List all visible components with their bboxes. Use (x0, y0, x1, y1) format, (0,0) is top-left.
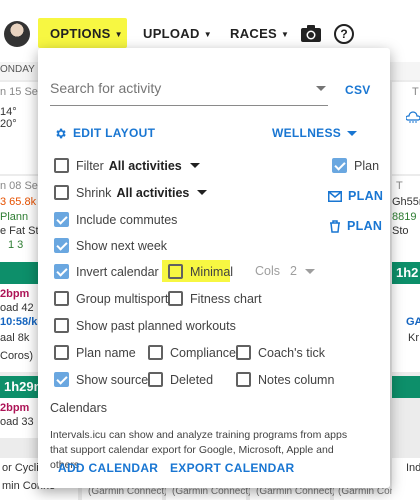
goal-text: aal 8k (0, 332, 30, 344)
activity-bar (0, 262, 38, 284)
compliance-checkbox[interactable] (148, 345, 163, 360)
plan-email-button[interactable]: PLAN (328, 189, 383, 203)
caret-down-icon (189, 163, 200, 168)
notes-column-checkbox[interactable] (236, 372, 251, 387)
fitness-chart-checkbox[interactable] (168, 291, 183, 306)
rain-cloud-icon (406, 111, 420, 123)
caret-down-icon: ▼ (203, 30, 212, 40)
deleted-checkbox[interactable] (148, 372, 163, 387)
coachs-tick-option[interactable]: Coach's tick (236, 345, 325, 360)
help-icon[interactable]: ? (334, 24, 354, 44)
trash-icon (330, 219, 340, 233)
show-source-option[interactable]: Show source (54, 372, 148, 387)
hr-text: 2bpm (0, 402, 30, 414)
export-calendar-button[interactable]: EXPORT CALENDAR (170, 461, 295, 475)
day-label: ONDAY (0, 64, 35, 75)
activity-card[interactable] (392, 284, 420, 372)
wellness-dropdown[interactable]: WELLNESS (272, 126, 358, 140)
minimal-checkbox[interactable] (168, 264, 183, 279)
upload-menu[interactable]: UPLOAD ▼ (143, 26, 212, 41)
races-menu[interactable]: RACES ▼ (230, 26, 289, 41)
plan-option[interactable]: Plan (332, 158, 379, 173)
plan-delete-button[interactable]: PLAN (329, 219, 382, 233)
source-text: Coros) (0, 350, 34, 362)
caret-down-icon: ▼ (114, 30, 123, 40)
include-commutes-checkbox[interactable] (54, 212, 69, 227)
show-next-week-option[interactable]: Show next week (54, 238, 167, 253)
count-text: 1 3 (8, 239, 24, 251)
edit-layout-button[interactable]: EDIT LAYOUT (54, 126, 155, 140)
options-menu[interactable]: OPTIONS ▼ (50, 26, 123, 41)
filter-checkbox[interactable] (54, 158, 69, 173)
plan-name-option[interactable]: Plan name (54, 345, 136, 360)
filter-option[interactable]: Filter All activities (54, 158, 200, 173)
coachs-tick-checkbox[interactable] (236, 345, 251, 360)
show-next-week-checkbox[interactable] (54, 238, 69, 253)
compliance-option[interactable]: Compliance (148, 345, 236, 360)
caret-down-icon: ▼ (281, 30, 290, 40)
envelope-icon (328, 190, 342, 202)
cols-select[interactable]: Cols 2 (255, 264, 315, 278)
shrink-checkbox[interactable] (54, 185, 69, 200)
avatar[interactable] (4, 21, 30, 47)
csv-button[interactable]: CSV (345, 83, 371, 97)
duration-text: Gh55m (392, 196, 420, 208)
plan-text: Plann (0, 211, 29, 223)
stat-text: 8819 (392, 211, 417, 223)
caret-down-icon (304, 268, 315, 274)
workout-text: e Fat Str (0, 225, 43, 237)
activity-title: Ind (406, 462, 420, 474)
pace-text: 10:58/k (0, 316, 38, 328)
plan-name-checkbox[interactable] (54, 345, 69, 360)
camera-icon[interactable] (301, 25, 321, 42)
options-dropdown: Search for activity CSV EDIT LAYOUT WELL… (38, 48, 390, 488)
caret-down-icon (347, 130, 358, 136)
activity-bar: 1h29m (0, 376, 45, 398)
invert-calendar-option[interactable]: Invert calendar (54, 264, 159, 279)
group-multisport-option[interactable]: Group multisport (54, 291, 168, 306)
deleted-option[interactable]: Deleted (148, 372, 213, 387)
activity-bar: 1h2 (392, 262, 420, 284)
temperature: 14° (0, 106, 17, 118)
shrink-select[interactable]: All activities (116, 186, 189, 200)
load-text: oad 42 (0, 302, 34, 314)
hr-text: 2bpm (0, 288, 30, 300)
group-multisport-checkbox[interactable] (54, 291, 69, 306)
caret-down-icon (197, 190, 208, 195)
show-past-planned-option[interactable]: Show past planned workouts (54, 318, 236, 333)
calendars-heading: Calendars (50, 401, 107, 415)
source-text: GA (406, 316, 420, 328)
load-text: oad 33 (0, 416, 34, 428)
temperature: 20° (0, 118, 17, 130)
fitness-chart-option[interactable]: Fitness chart (168, 291, 262, 306)
gear-icon (56, 128, 66, 138)
plan-checkbox[interactable] (332, 158, 347, 173)
add-calendar-button[interactable]: ADD CALENDAR (58, 461, 158, 475)
include-commutes-option[interactable]: Include commutes (54, 212, 177, 227)
show-source-checkbox[interactable] (54, 372, 69, 387)
date-label: T (412, 86, 419, 98)
dropdown-caret-icon[interactable] (316, 86, 326, 91)
source-text: Kr (408, 332, 419, 344)
activity-bar (392, 376, 420, 398)
search-input[interactable]: Search for activity (50, 78, 328, 106)
date-label: T (396, 180, 403, 192)
stat-text: 3 65.8k (0, 196, 37, 208)
shrink-option[interactable]: Shrink All activities (54, 185, 208, 200)
show-past-planned-checkbox[interactable] (54, 318, 69, 333)
notes-column-option[interactable]: Notes column (236, 372, 334, 387)
minimal-option[interactable]: Minimal (168, 264, 233, 279)
workout-text: Sto (392, 225, 409, 237)
filter-select[interactable]: All activities (109, 159, 182, 173)
invert-calendar-checkbox[interactable] (54, 264, 69, 279)
